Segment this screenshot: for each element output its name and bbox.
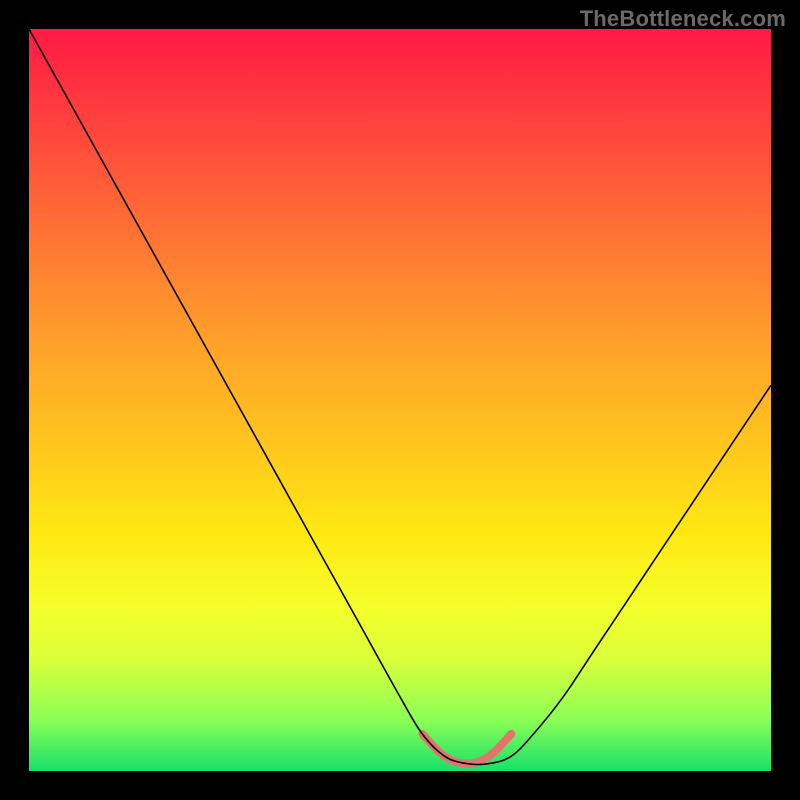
watermark-text: TheBottleneck.com <box>580 6 786 32</box>
bottleneck-curve <box>29 29 771 765</box>
chart-frame: TheBottleneck.com <box>0 0 800 800</box>
curve-layer <box>29 29 771 771</box>
plot-area <box>29 29 771 771</box>
